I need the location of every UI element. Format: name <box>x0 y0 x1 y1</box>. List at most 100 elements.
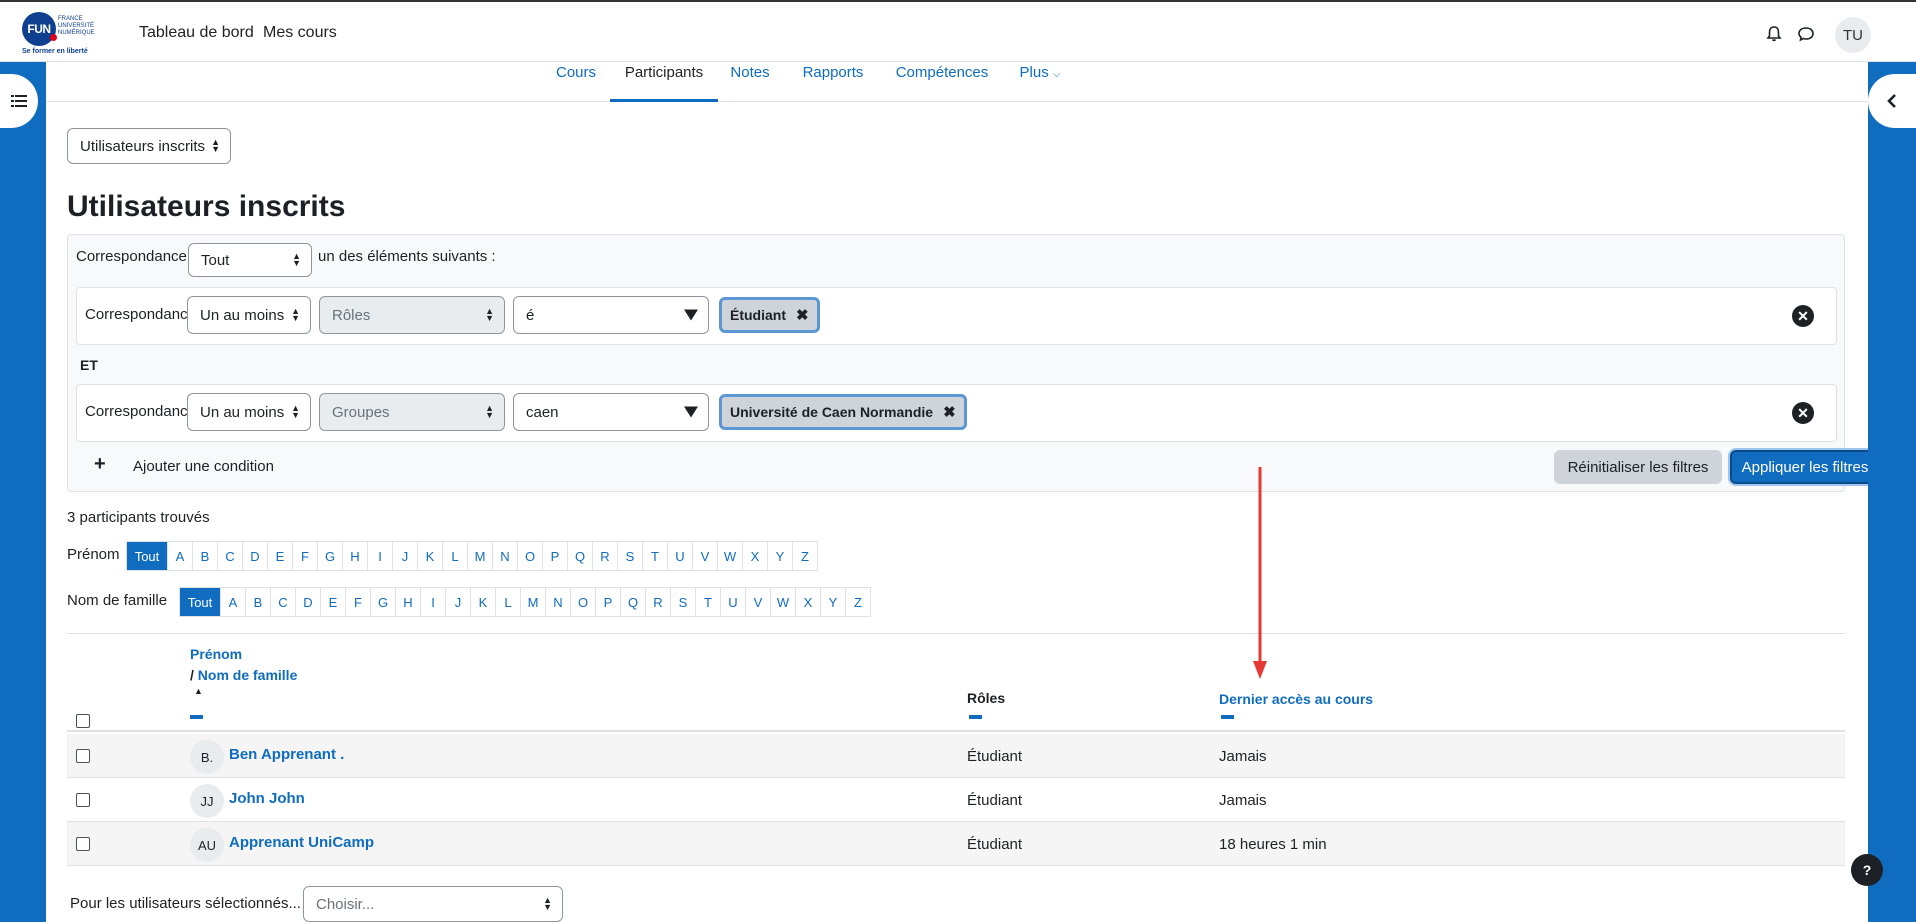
collapse-col-icon[interactable] <box>1221 715 1234 719</box>
initial-letter[interactable]: V <box>693 541 718 571</box>
initial-letter[interactable]: M <box>468 541 493 571</box>
row-checkbox[interactable] <box>76 793 90 807</box>
sort-first-name-link[interactable]: Prénom <box>190 646 242 662</box>
sort-first-name[interactable]: Prénom <box>190 646 242 662</box>
initial-letter[interactable]: H <box>343 541 368 571</box>
initial-letter[interactable]: W <box>718 541 743 571</box>
user-name-link[interactable]: Ben Apprenant . <box>229 746 344 763</box>
initial-letter[interactable]: G <box>371 587 396 617</box>
initial-letter[interactable]: B <box>193 541 218 571</box>
sort-last-access[interactable]: Dernier accès au cours <box>1219 691 1373 707</box>
initial-letter[interactable]: A <box>168 541 193 571</box>
bell-icon[interactable] <box>1764 24 1784 44</box>
collapse-col-icon[interactable] <box>190 715 203 719</box>
help-button[interactable]: ? <box>1851 854 1883 886</box>
initial-letter[interactable]: K <box>418 541 443 571</box>
row-checkbox[interactable] <box>76 837 90 851</box>
initial-letter[interactable]: F <box>346 587 371 617</box>
initial-letter[interactable]: N <box>493 541 518 571</box>
tab-more[interactable]: Plus ⌵ <box>1016 62 1064 102</box>
block-drawer-toggle[interactable] <box>1868 74 1916 128</box>
initial-letter[interactable]: B <box>246 587 271 617</box>
selected-chip-group[interactable]: Université de Caen Normandie ✖ <box>719 394 967 430</box>
row-search-combobox[interactable]: caen <box>513 393 709 431</box>
initial-letter[interactable]: V <box>746 587 771 617</box>
initial-letter[interactable]: S <box>618 541 643 571</box>
initial-letter[interactable]: M <box>521 587 546 617</box>
remove-x-icon[interactable]: ✖ <box>796 306 809 324</box>
plus-icon[interactable]: + <box>94 453 106 476</box>
initial-letter[interactable]: Q <box>568 541 593 571</box>
tab-competencies[interactable]: Compétences <box>894 62 990 102</box>
match-select[interactable]: Tout ▲ ▼ <box>188 243 312 277</box>
initial-letter[interactable]: W <box>771 587 796 617</box>
initial-letter[interactable]: J <box>393 541 418 571</box>
initial-letter[interactable]: U <box>721 587 746 617</box>
user-avatar[interactable]: TU <box>1835 17 1871 53</box>
initial-letter[interactable]: O <box>518 541 543 571</box>
initial-letter[interactable]: T <box>696 587 721 617</box>
nav-dashboard[interactable]: Tableau de bord <box>139 24 254 42</box>
initial-letter[interactable]: Z <box>846 587 871 617</box>
sort-last-name[interactable]: / Nom de famille <box>190 667 297 683</box>
initial-letter[interactable]: H <box>396 587 421 617</box>
initial-letter[interactable]: Q <box>621 587 646 617</box>
initial-letter[interactable]: I <box>421 587 446 617</box>
remove-x-icon[interactable]: ✖ <box>943 403 956 421</box>
sort-last-access-link[interactable]: Dernier accès au cours <box>1219 691 1373 707</box>
initial-letter[interactable]: L <box>496 587 521 617</box>
initial-all[interactable]: Tout <box>126 541 168 571</box>
initial-letter[interactable]: I <box>368 541 393 571</box>
tab-reports[interactable]: Rapports <box>800 62 866 102</box>
initial-letter[interactable]: G <box>318 541 343 571</box>
page-selector[interactable]: Utilisateurs inscrits ▲ ▼ <box>67 128 231 164</box>
site-logo[interactable]: FUN FRANCE UNIVERSITÉ NUMÉRIQUE Se forme… <box>20 10 100 56</box>
add-condition-button[interactable]: Ajouter une condition <box>133 458 274 475</box>
initial-letter[interactable]: D <box>296 587 321 617</box>
initial-letter[interactable]: O <box>571 587 596 617</box>
user-name-link[interactable]: Apprenant UniCamp <box>229 834 374 851</box>
course-index-toggle[interactable] <box>0 74 38 128</box>
row-checkbox[interactable] <box>76 749 90 763</box>
initial-letter[interactable]: Y <box>768 541 793 571</box>
initial-letter[interactable]: X <box>743 541 768 571</box>
selected-chip-role[interactable]: Étudiant ✖ <box>719 297 820 333</box>
initial-letter[interactable]: S <box>671 587 696 617</box>
initial-letter[interactable]: Y <box>821 587 846 617</box>
initial-letter[interactable]: F <box>293 541 318 571</box>
tab-course[interactable]: Cours <box>546 62 606 102</box>
initial-letter[interactable]: T <box>643 541 668 571</box>
initial-letter[interactable]: R <box>593 541 618 571</box>
initial-letter[interactable]: N <box>546 587 571 617</box>
initial-letter[interactable]: E <box>321 587 346 617</box>
remove-row-button[interactable]: ✕ <box>1792 305 1814 327</box>
row-mode-select[interactable]: Un au moins ▲ ▼ <box>187 393 311 431</box>
tab-participants[interactable]: Participants <box>610 62 718 102</box>
initial-letter[interactable]: L <box>443 541 468 571</box>
remove-row-button[interactable]: ✕ <box>1792 402 1814 424</box>
initial-letter[interactable]: D <box>243 541 268 571</box>
collapse-col-icon[interactable] <box>969 715 982 719</box>
initial-letter[interactable]: C <box>271 587 296 617</box>
apply-filters-button[interactable]: Appliquer les filtres <box>1730 450 1868 484</box>
initial-letter[interactable]: R <box>646 587 671 617</box>
bulk-action-select[interactable]: Choisir... ▲ ▼ <box>303 886 563 922</box>
initial-letter[interactable]: P <box>596 587 621 617</box>
initial-letter[interactable]: Z <box>793 541 818 571</box>
initial-letter[interactable]: U <box>668 541 693 571</box>
select-all-checkbox[interactable] <box>76 714 90 728</box>
initial-all[interactable]: Tout <box>179 587 221 617</box>
initial-letter[interactable]: X <box>796 587 821 617</box>
chat-icon[interactable] <box>1796 24 1816 44</box>
initial-letter[interactable]: A <box>221 587 246 617</box>
initial-letter[interactable]: E <box>268 541 293 571</box>
row-mode-select[interactable]: Un au moins ▲ ▼ <box>187 296 311 334</box>
initial-letter[interactable]: P <box>543 541 568 571</box>
reset-filters-button[interactable]: Réinitialiser les filtres <box>1554 450 1722 484</box>
row-search-combobox[interactable]: é <box>513 296 709 334</box>
nav-my-courses[interactable]: Mes cours <box>263 24 337 42</box>
initial-letter[interactable]: K <box>471 587 496 617</box>
initial-letter[interactable]: C <box>218 541 243 571</box>
user-name-link[interactable]: John John <box>229 790 305 807</box>
tab-grades[interactable]: Notes <box>726 62 774 102</box>
